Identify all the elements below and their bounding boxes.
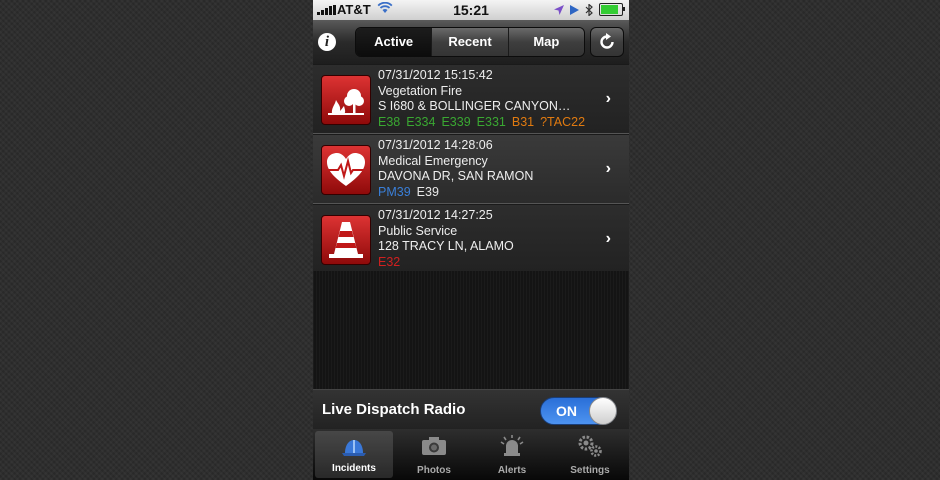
segment-recent[interactable]: Recent (431, 28, 508, 56)
siren-icon (500, 435, 524, 456)
play-icon (570, 4, 579, 15)
incident-units: PM39 E39 (378, 185, 593, 201)
tab-incidents[interactable]: Incidents (315, 431, 393, 478)
incident-location: DAVONA DR, SAN RAMON (378, 169, 534, 183)
incident-units: E32 (378, 255, 593, 271)
radio-label: Live Dispatch Radio (322, 401, 466, 418)
bluetooth-icon (585, 3, 593, 16)
tab-photos[interactable]: Photos (395, 429, 473, 480)
incident-location: 128 TRACY LN, ALAMO (378, 239, 514, 253)
phone-screen: AT&T 15:21 i Active Recent Map 07/31/201… (313, 0, 629, 480)
chevron-right-icon: › (605, 90, 611, 107)
unit-tag: E334 (406, 114, 436, 129)
tab-label: Alerts (497, 465, 527, 476)
incident-type: Medical Emergency (378, 153, 488, 168)
unit-tag: E38 (378, 114, 401, 129)
unit-tag: E39 (416, 184, 439, 199)
vegetation-fire-icon (321, 75, 371, 125)
unit-tag: B31 (511, 114, 535, 129)
refresh-button[interactable] (590, 27, 624, 57)
info-button[interactable]: i (318, 33, 336, 51)
tab-label: Incidents (332, 463, 376, 474)
incident-units: E38 E334 E339 E331 B31 ?TAC22 (378, 115, 593, 131)
unit-tag: ?TAC22 (540, 114, 586, 129)
incident-row[interactable]: 07/31/2012 15:15:42 Vegetation Fire S I6… (313, 64, 629, 134)
segment-map[interactable]: Map (507, 28, 584, 56)
chevron-right-icon: › (605, 160, 611, 177)
location-arrow-icon (554, 4, 564, 15)
incident-row[interactable]: 07/31/2012 14:28:06 Medical Emergency DA… (313, 134, 629, 204)
chevron-right-icon: › (605, 230, 611, 247)
unit-tag: PM39 (378, 184, 411, 199)
incident-type: Public Service (378, 223, 458, 238)
tab-settings[interactable]: Settings (551, 429, 629, 480)
tab-bar: Incidents Photos Alerts Settings (313, 429, 629, 480)
incident-datetime: 07/31/2012 14:27:25 (378, 208, 493, 222)
empty-list-area (313, 271, 629, 389)
incident-datetime: 07/31/2012 14:28:06 (378, 138, 493, 152)
segment-active[interactable]: Active (356, 28, 432, 56)
unit-tag: E339 (441, 114, 471, 129)
radio-toggle-switch[interactable]: ON (540, 397, 617, 425)
incident-list: 07/31/2012 15:15:42 Vegetation Fire S I6… (313, 64, 629, 274)
refresh-icon (600, 33, 614, 49)
top-toolbar: i Active Recent Map (313, 20, 629, 65)
incident-location: S I680 & BOLLINGER CANYON… (378, 99, 571, 113)
camera-icon (422, 437, 446, 455)
unit-tag: E32 (378, 254, 401, 269)
tab-label: Settings (570, 465, 610, 476)
toggle-knob (589, 397, 617, 425)
gears-icon (578, 435, 602, 457)
fire-helmet-icon (342, 440, 366, 456)
tab-label: Photos (417, 465, 451, 476)
incident-filter-segmented-control: Active Recent Map (355, 27, 585, 57)
tab-alerts[interactable]: Alerts (473, 429, 551, 480)
heart-pulse-icon (321, 145, 371, 195)
unit-tag: E331 (476, 114, 506, 129)
traffic-cone-icon (321, 215, 371, 265)
live-dispatch-radio-bar: Live Dispatch Radio ON (313, 389, 629, 431)
incident-row[interactable]: 07/31/2012 14:27:25 Public Service 128 T… (313, 204, 629, 274)
battery-icon (599, 3, 625, 16)
incident-datetime: 07/31/2012 15:15:42 (378, 68, 493, 82)
status-bar: AT&T 15:21 (313, 0, 629, 20)
toggle-state: ON (556, 403, 577, 419)
incident-type: Vegetation Fire (378, 83, 463, 98)
